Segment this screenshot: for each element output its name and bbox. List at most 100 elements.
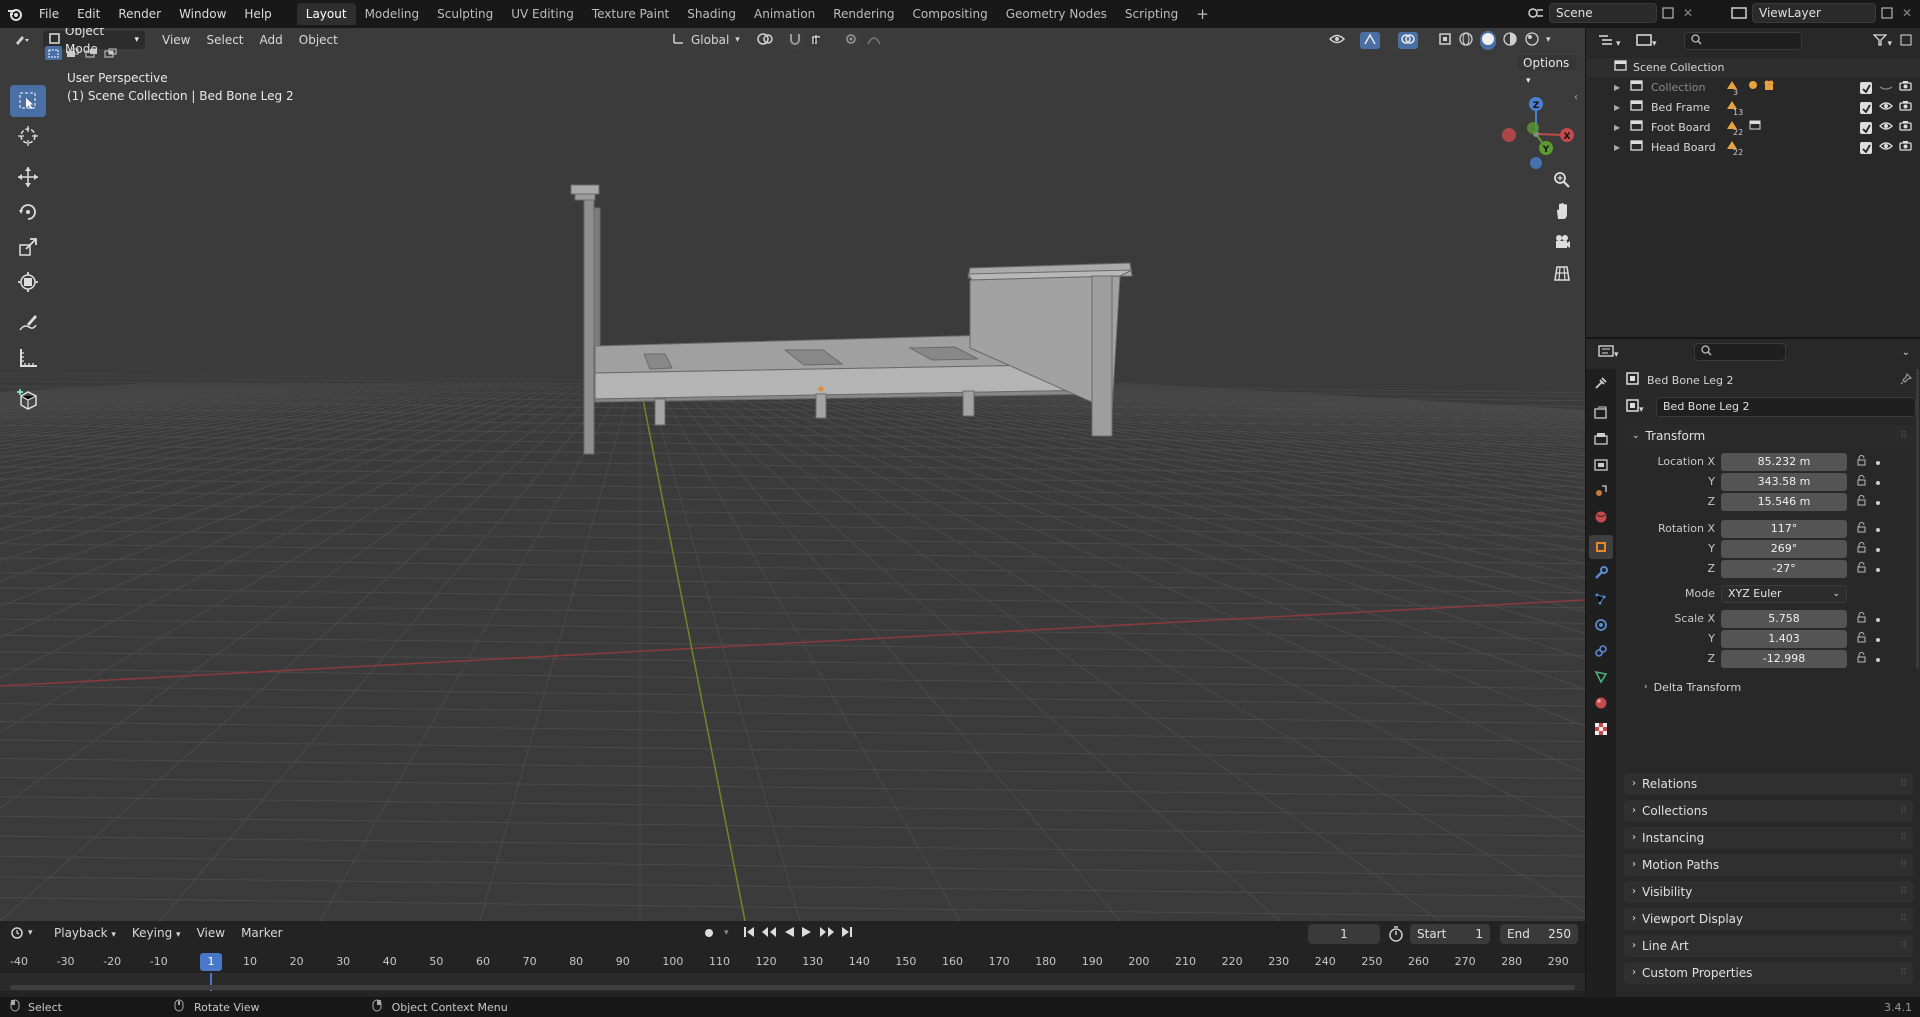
editor-type-icon[interactable] [8,30,38,50]
rotation-y-field[interactable]: 269° [1721,539,1847,558]
location-z-field[interactable]: 15.546 m [1721,492,1847,511]
tab-tool[interactable] [1589,371,1613,395]
eye-icon[interactable] [1879,118,1893,138]
exclude-checkbox[interactable] [1860,102,1872,114]
timeline-menu-playback[interactable]: Playback ▾ [46,923,124,943]
tool-add-cube[interactable] [10,383,46,415]
drag-handle-icon[interactable]: ⠿ [1900,800,1907,822]
tab-data[interactable] [1589,665,1613,689]
select-subtract-icon[interactable] [83,46,100,60]
play-reverse-icon[interactable] [783,926,795,941]
overlays-toggle-icon[interactable] [1398,31,1418,49]
lock-icon[interactable] [1856,474,1867,489]
visibility-icon[interactable] [1328,32,1354,49]
outliner-item-head-board[interactable]: ▶ Head Board 22 [1586,138,1920,158]
tab-rendering[interactable]: Rendering [824,3,903,25]
tool-cursor[interactable] [10,120,46,152]
view-layer-field[interactable]: ViewLayer [1752,3,1876,23]
select-intersect-icon[interactable] [102,46,119,60]
view-layer-icon[interactable] [1726,3,1752,23]
jump-start-icon[interactable] [743,926,755,941]
keyframe-dot-icon[interactable] [1875,652,1881,666]
scale-z-field[interactable]: -12.998 [1721,649,1847,668]
tab-material[interactable] [1589,691,1613,715]
tab-texture-paint[interactable]: Texture Paint [583,3,678,25]
tool-move[interactable] [10,161,46,193]
play-icon[interactable] [801,926,813,941]
properties-editor-icon[interactable]: ▾ [1598,344,1628,360]
pan-button[interactable] [1548,197,1576,225]
select-extend-icon[interactable] [64,46,81,60]
scale-y-field[interactable]: 1.403 [1721,629,1847,648]
timeline[interactable]: ▾ Playback ▾ Keying ▾ View Marker ▾ 1 St… [0,921,1585,997]
tab-constraints[interactable] [1589,639,1613,663]
snap-magnet-icon[interactable] [786,31,804,49]
eye-icon[interactable] [1879,78,1893,98]
panel-line-art[interactable]: › Line Art ⠿ [1624,935,1913,957]
snap-target-icon[interactable] [810,32,836,49]
collapse-arrow-icon[interactable]: ‹ [1574,92,1578,103]
drag-handle-icon[interactable]: ⠿ [1900,908,1907,930]
zoom-button[interactable] [1548,166,1576,194]
expand-arrow-icon[interactable]: ▶ [1614,78,1630,98]
lock-icon[interactable] [1856,541,1867,556]
rotation-x-field[interactable]: 117° [1721,519,1847,538]
rendered-shading-icon[interactable] [1524,31,1540,50]
delete-scene-icon[interactable]: ✕ [1679,3,1697,23]
chevron-down-icon[interactable]: ▾ [724,928,729,938]
tool-transform[interactable] [10,266,46,298]
tab-output[interactable] [1589,427,1613,451]
outliner-scene-collection[interactable]: Scene Collection [1586,58,1920,78]
ortho-toggle-button[interactable] [1548,259,1576,287]
exclude-checkbox[interactable] [1860,122,1872,134]
tab-sculpting[interactable]: Sculpting [428,3,502,25]
stopwatch-icon[interactable] [1388,926,1404,945]
next-keyframe-icon[interactable] [819,926,835,941]
display-mode-icon[interactable]: ▾ [1636,33,1670,49]
lock-icon[interactable] [1856,494,1867,509]
outliner-search[interactable] [1684,32,1802,50]
new-collection-icon[interactable] [1900,34,1912,49]
viewport-menu-view[interactable]: View [154,30,198,50]
render-camera-icon[interactable] [1899,98,1912,118]
tab-particles[interactable] [1589,587,1613,611]
transform-orientation[interactable]: Global ▾ [672,30,740,50]
properties-scrollbar[interactable] [1916,369,1919,669]
drag-handle-icon[interactable]: ⠿ [1900,773,1907,795]
expand-arrow-icon[interactable]: ▶ [1614,118,1630,138]
panel-visibility[interactable]: › Visibility ⠿ [1624,881,1913,903]
tab-world[interactable] [1589,505,1613,529]
current-frame-field[interactable]: 1 [1308,924,1380,944]
lock-icon[interactable] [1856,521,1867,536]
scene-icon[interactable] [1523,3,1549,23]
tab-compositing[interactable]: Compositing [903,3,996,25]
eye-icon[interactable] [1879,138,1893,158]
material-shading-icon[interactable] [1502,31,1518,50]
tab-modifiers[interactable] [1589,561,1613,585]
scene-name-field[interactable]: Scene [1549,3,1657,23]
falloff-icon[interactable] [866,32,888,49]
panel-instancing[interactable]: › Instancing ⠿ [1624,827,1913,849]
properties-search[interactable] [1694,343,1786,361]
keyframe-dot-icon[interactable] [1875,632,1881,646]
lock-icon[interactable] [1856,561,1867,576]
outliner-item-foot-board[interactable]: ▶ Foot Board 22 [1586,118,1920,138]
tab-physics[interactable] [1589,613,1613,637]
timeline-editor-icon[interactable]: ▾ [10,926,36,940]
timeline-menu-marker[interactable]: Marker [233,923,290,943]
panel-viewport-display[interactable]: › Viewport Display ⠿ [1624,908,1913,930]
rotation-z-field[interactable]: -27° [1721,559,1847,578]
tab-scene[interactable] [1589,479,1613,503]
gizmo-toggle-icon[interactable] [1360,31,1380,49]
timeline-track[interactable] [0,973,1585,991]
filter-icon[interactable]: ▾ [1872,33,1892,49]
outliner-editor-icon[interactable]: ▾ [1598,34,1628,49]
delete-view-layer-icon[interactable]: ✕ [1898,3,1916,23]
viewport-menu-select[interactable]: Select [198,30,251,50]
tab-scripting[interactable]: Scripting [1116,3,1187,25]
tab-animation[interactable]: Animation [745,3,824,25]
add-workspace-button[interactable]: + [1187,3,1218,25]
tab-view-layer[interactable] [1589,453,1613,477]
pivot-icon[interactable] [756,32,780,49]
playhead[interactable]: 1 [200,953,222,971]
